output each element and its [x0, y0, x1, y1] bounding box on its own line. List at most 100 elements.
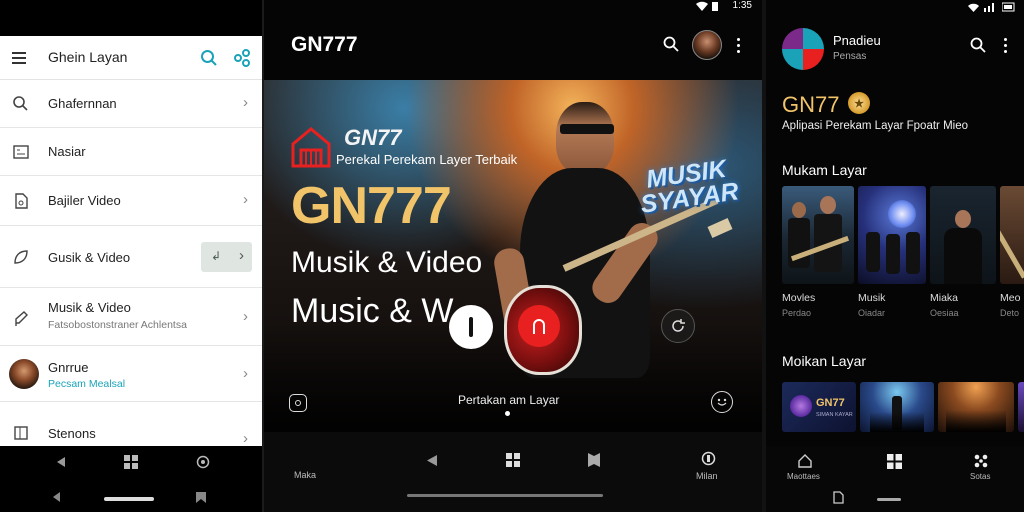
battery-icon: [712, 2, 718, 11]
guitar: [504, 196, 734, 375]
recents-icon[interactable]: [196, 455, 210, 469]
media-card-thumbnail[interactable]: GN77 SIMAN KAYAR: [782, 382, 856, 432]
status-time: 1:35: [732, 0, 752, 11]
page-indicator: [505, 411, 510, 416]
gesture-pill[interactable]: [877, 498, 901, 501]
home-grid-icon[interactable]: [887, 454, 902, 469]
apps-icon[interactable]: [974, 454, 988, 468]
system-nav-bar: [0, 446, 262, 512]
more-vert-icon[interactable]: [1004, 38, 1007, 53]
nav-left-label[interactable]: Maka: [294, 470, 316, 480]
gesture-pill[interactable]: [104, 497, 154, 501]
emoji-icon: [717, 398, 727, 406]
list-item[interactable]: Musik & Video Fatsobostonstraner Achlent…: [0, 288, 262, 346]
section-title: Moikan Layar: [782, 353, 867, 369]
hero-line-1: Musik & Video: [291, 246, 483, 279]
media-card-title: Movles: [782, 292, 816, 304]
home-grid-icon[interactable]: [506, 453, 520, 467]
list-item-label: Ghafernnan: [48, 96, 117, 111]
settings-list: Ghafernnan › Nasiar Bajiler Video › Gusi…: [0, 80, 262, 447]
list-item-label: Stenons: [48, 426, 96, 441]
list-item[interactable]: Ghafernnan ›: [0, 80, 262, 128]
document-icon[interactable]: [833, 491, 844, 504]
screen-button[interactable]: [289, 394, 307, 412]
media-card-thumbnail[interactable]: [782, 186, 854, 284]
hero-line-2: Music & W: [291, 292, 454, 330]
media-card-thumbnail[interactable]: [860, 382, 934, 432]
list-item[interactable]: Nasiar: [0, 128, 262, 176]
keyboard-icon: [13, 145, 29, 159]
sync-button[interactable]: [661, 309, 695, 343]
brand-badge-icon: ★: [848, 92, 870, 114]
list-item-label: Musik & Video: [48, 300, 131, 315]
chevron-right-icon: ›: [243, 308, 248, 325]
hero-caption: Pertakan am Layar: [458, 393, 560, 407]
home-icon[interactable]: [798, 454, 812, 468]
bottom-nav-bar: Maka Milan: [264, 432, 762, 512]
media-card-thumbnail[interactable]: [938, 382, 1014, 432]
emoji-button[interactable]: [711, 391, 733, 413]
back-icon[interactable]: [52, 492, 61, 502]
search-icon[interactable]: [200, 49, 218, 67]
media-card-thumbnail[interactable]: [1000, 186, 1024, 284]
media-card-sublabel: SIMAN KAYAR: [816, 412, 853, 418]
app-title: GN777: [291, 33, 358, 56]
search-icon[interactable]: [970, 37, 986, 53]
bottom-nav-bar: Maottaes Sotas: [766, 446, 1024, 512]
nav-left-label[interactable]: Maottaes: [787, 472, 820, 481]
screen-icon: [295, 400, 301, 406]
settings-panel: Ghein Layan Ghafernnan › Nasiar Bajiler …: [0, 0, 262, 512]
brand-description: Aplipasi Perekam Layar Fpoatr Mieo: [782, 120, 968, 132]
hero-banner[interactable]: GN77 Perekal Perekam Layer Terbaik GN777…: [264, 80, 762, 432]
home-grid-icon[interactable]: [124, 455, 138, 469]
nav-right-label[interactable]: Milan: [696, 471, 718, 481]
record-icon: [533, 319, 545, 334]
wifi-icon: [696, 1, 708, 11]
media-card-thumbnail[interactable]: [930, 186, 996, 284]
section-title: Mukam Layar: [782, 162, 867, 178]
menu-icon[interactable]: [12, 52, 26, 64]
avatar[interactable]: [692, 30, 722, 60]
list-item-subtitle: Fatsobostonstraner Achlentsa: [48, 319, 187, 331]
list-item-label: Gnrrue: [48, 360, 89, 375]
back-icon[interactable]: [426, 454, 438, 467]
leaf-icon: [14, 250, 28, 264]
list-item-label: Bajiler Video: [48, 193, 121, 208]
pause-icon: [469, 317, 473, 337]
back-icon[interactable]: [55, 456, 67, 468]
action-glyph: ↲: [211, 249, 222, 263]
chevron-right-icon: ›: [243, 191, 248, 208]
action-button[interactable]: ↲ ›: [201, 242, 252, 272]
wifi-icon: [968, 3, 979, 12]
profile-avatar[interactable]: [782, 28, 824, 70]
media-card-subtitle: Oesiaa: [930, 308, 959, 318]
flag-icon[interactable]: [588, 453, 601, 467]
media-card-subtitle: Deto: [1000, 308, 1020, 318]
recents-icon[interactable]: [701, 451, 716, 466]
brand-logo-icon: [790, 395, 812, 417]
chevron-right-icon: ›: [243, 365, 248, 382]
video-file-icon: [15, 193, 28, 209]
bookmark-icon[interactable]: [196, 492, 206, 503]
list-item-subtitle: Pecsam Mealsal: [48, 378, 126, 390]
list-item[interactable]: Gnrrue Pecsam Mealsal ›: [0, 346, 262, 402]
pause-button[interactable]: [449, 305, 493, 349]
media-card-thumbnail[interactable]: [1018, 382, 1024, 432]
media-card-thumbnail[interactable]: [858, 186, 926, 284]
more-vert-icon[interactable]: [737, 38, 740, 53]
list-item[interactable]: Gusik & Video ↲ ›: [0, 226, 262, 288]
share-icon[interactable]: [232, 48, 252, 68]
calendar-icon: [14, 426, 28, 440]
library-panel: Pnadieu Pensas GN77 ★ Aplipasi Perekam L…: [766, 0, 1024, 512]
search-icon[interactable]: [663, 36, 679, 52]
brand-title: GN77: [782, 92, 840, 117]
list-item[interactable]: Bajiler Video ›: [0, 176, 262, 226]
house-logo-icon: [291, 127, 331, 168]
chevron-right-icon: ›: [243, 94, 248, 111]
media-card-title: Meo: [1000, 292, 1021, 304]
list-item[interactable]: Stenons ›: [0, 402, 262, 447]
chevron-right-icon: ›: [239, 247, 244, 264]
gesture-pill[interactable]: [407, 494, 603, 497]
nav-right-label[interactable]: Sotas: [970, 472, 990, 481]
record-button[interactable]: [518, 305, 560, 347]
